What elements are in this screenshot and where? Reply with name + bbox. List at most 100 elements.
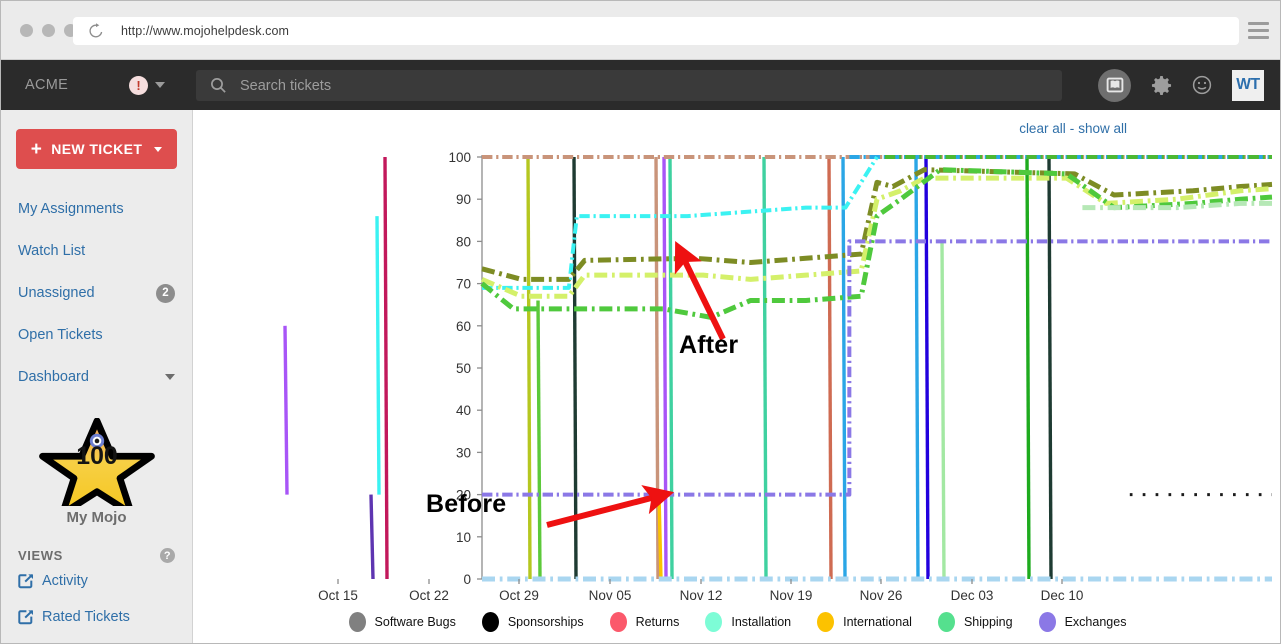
minimize-window-button[interactable] (42, 23, 55, 37)
new-ticket-button[interactable]: + NEW TICKET (16, 129, 177, 169)
x-tick-label: Oct 15 (318, 588, 358, 603)
gear-icon[interactable] (1151, 75, 1172, 96)
sidebar-item-watch-list[interactable]: Watch List (1, 230, 192, 272)
legend-item-software-bugs[interactable]: Software Bugs (348, 612, 456, 632)
legend-label: Software Bugs (374, 615, 456, 629)
sidebar-item-my-assignments[interactable]: My Assignments (1, 188, 192, 230)
chart-spike (383, 156, 389, 580)
chart-spike (536, 300, 542, 580)
chart-filter-links: clear all - show all (1019, 121, 1127, 136)
share-arrow-icon (18, 609, 34, 625)
sidebar-item-label: Watch List (18, 243, 86, 259)
legend-label: Exchanges (1064, 615, 1127, 629)
brand-name: ACME (25, 77, 69, 93)
smiley-face-icon[interactable] (1192, 75, 1212, 95)
chart-spike (375, 216, 381, 495)
alert-exclamation-icon[interactable]: ! (129, 75, 148, 95)
legend-color-swatch (481, 612, 499, 632)
y-tick-label: 50 (456, 361, 471, 376)
avatar[interactable]: WT (1232, 69, 1264, 101)
legend-label: International (843, 615, 912, 629)
x-tick-label: Nov 05 (589, 588, 632, 603)
sidebar-item-activity[interactable]: Activity (1, 563, 192, 599)
legend-label: Installation (731, 615, 792, 629)
show-all-link[interactable]: show all (1078, 121, 1127, 136)
y-tick-label: 0 (463, 572, 471, 587)
y-tick-label: 60 (456, 319, 471, 334)
url-bar[interactable]: http://www.mojohelpdesk.com (73, 17, 1239, 45)
x-tick-label: Oct 29 (499, 588, 539, 603)
main-content: clear all - show all 0 10 20 30 40 50 60 70 80 90 10… (193, 110, 1281, 643)
x-tick-label: Dec 03 (951, 588, 994, 603)
chart-spike (1025, 156, 1031, 580)
legend-color-swatch (817, 612, 835, 632)
chart-spike (369, 494, 375, 580)
chart-spike (526, 156, 532, 580)
legend-item-sponsorships[interactable]: Sponsorships (481, 612, 584, 632)
chevron-down-icon[interactable] (154, 146, 163, 152)
new-ticket-label: NEW TICKET (51, 141, 143, 157)
search-tickets-box[interactable]: Search tickets (196, 70, 1062, 101)
sidebar-item-dashboard[interactable]: Dashboard (1, 356, 192, 398)
chart-spike (283, 325, 289, 495)
x-tick-label: Dec 10 (1041, 588, 1084, 603)
legend-color-swatch (937, 612, 955, 632)
clear-all-link[interactable]: clear all (1019, 121, 1066, 136)
legend-color-swatch (705, 612, 723, 632)
chart-spike (827, 156, 833, 580)
y-tick-label: 40 (456, 403, 471, 418)
before-arrow (546, 485, 675, 528)
reload-icon[interactable] (88, 23, 104, 39)
browser-window: http://www.mojohelpdesk.com ACME ! Searc… (0, 0, 1281, 644)
sidebar-item-label: Activity (42, 573, 88, 589)
x-tick-label: Nov 12 (680, 588, 723, 603)
chart-legend: Software Bugs Sponsorships Returns Installa… (193, 607, 1280, 637)
chart-spike (914, 156, 920, 580)
app-top-bar: ACME ! Search tickets WT (1, 60, 1280, 110)
url-text[interactable]: http://www.mojohelpdesk.com (121, 24, 289, 38)
sidebar-item-label: Rated Tickets (42, 609, 130, 625)
tickets-line-chart[interactable]: 0 10 20 30 40 50 60 70 80 90 100 Oct 15 Oct 22 Oct 29… (193, 143, 1281, 643)
sidebar-nav: My Assignments Watch List Unassigned 2 O… (1, 188, 192, 398)
sidebar-item-label: Open Tickets (18, 327, 103, 343)
sidebar-item-open-tickets[interactable]: Open Tickets (1, 314, 192, 356)
chevron-down-icon[interactable] (155, 82, 165, 88)
after-arrow (674, 240, 726, 341)
search-input[interactable]: Search tickets (240, 78, 331, 94)
book-icon[interactable] (1098, 68, 1131, 102)
chevron-down-icon[interactable] (165, 374, 175, 380)
sidebar-item-unassigned[interactable]: Unassigned 2 (1, 272, 192, 314)
help-icon[interactable]: ? (160, 548, 175, 563)
chart-annotation-before: Before (426, 490, 507, 518)
x-tick-label: Nov 19 (770, 588, 813, 603)
legend-item-exchanges[interactable]: Exchanges (1038, 612, 1127, 632)
chart-spike (654, 156, 660, 580)
chart-series (482, 239, 1272, 497)
sidebar-item-rated-tickets[interactable]: Rated Tickets (1, 599, 192, 635)
legend-label: Returns (635, 615, 680, 629)
legend-item-installation[interactable]: Installation (705, 612, 791, 632)
close-window-button[interactable] (20, 23, 33, 37)
hamburger-menu-icon[interactable] (1248, 22, 1269, 39)
legend-label: Sponsorships (507, 615, 584, 629)
x-tick-label: Nov 26 (860, 588, 903, 603)
window-traffic-lights[interactable] (20, 23, 77, 37)
y-tick-label: 30 (456, 445, 471, 460)
chart-spike (662, 156, 668, 580)
unassigned-count-badge: 2 (156, 283, 175, 303)
alert-menu[interactable]: ! (129, 75, 165, 95)
app-top-bar-actions: WT (1098, 60, 1264, 110)
plus-icon: + (30, 138, 43, 160)
sidebar-item-label: Unassigned (18, 285, 95, 301)
y-tick-label: 70 (456, 277, 471, 292)
browser-chrome: http://www.mojohelpdesk.com (1, 1, 1280, 60)
mojo-star-icon: 100 (38, 418, 155, 506)
chart-spike (940, 241, 946, 580)
legend-color-swatch (609, 612, 627, 632)
views-header-label: VIEWS (18, 548, 63, 563)
search-icon (211, 78, 226, 93)
chart-canvas[interactable]: 0102030405060708090100Oct 15 Oct 22 Oct 29… (193, 143, 1281, 611)
legend-item-shipping[interactable]: Shipping (937, 612, 1013, 632)
legend-item-returns[interactable]: Returns (609, 612, 680, 632)
legend-item-international[interactable]: International (817, 612, 912, 632)
